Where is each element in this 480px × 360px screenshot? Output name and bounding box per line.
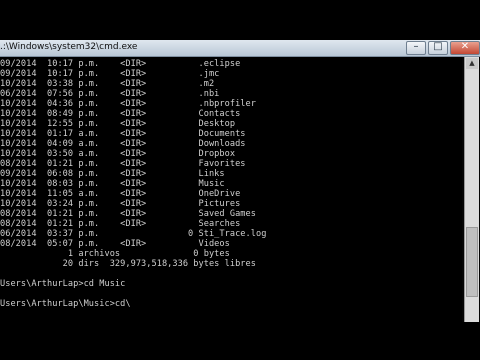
console-output[interactable]: 09/2014 10:17 p.m. <DIR> .eclipse 09/201… (0, 57, 462, 322)
console-line: Users\ArthurLap>cd Music (0, 279, 126, 289)
maximize-button[interactable]: □ (428, 41, 448, 55)
console-line: 10/2014 12:55 p.m. <DIR> Desktop (0, 119, 236, 129)
window-title: .:\Windows\system32\cmd.exe (0, 42, 138, 52)
console-line: 08/2014 01:21 p.m. <DIR> Searches (0, 219, 241, 229)
console-line: 10/2014 03:24 p.m. <DIR> Pictures (0, 199, 241, 209)
console-line: 10/2014 03:38 p.m. <DIR> .m2 (0, 79, 215, 89)
scroll-up-icon[interactable]: ▲ (466, 58, 478, 69)
console-line: 10/2014 04:09 a.m. <DIR> Downloads (0, 139, 246, 149)
console-line: 08/2014 05:07 p.m. <DIR> Videos (0, 239, 230, 249)
console-line: 09/2014 10:17 p.m. <DIR> .jmc (0, 69, 220, 79)
cmd-window: .:\Windows\system32\cmd.exe – □ ✕ 09/201… (0, 40, 480, 322)
console-line: 10/2014 08:49 p.m. <DIR> Contacts (0, 109, 241, 119)
console-line: 10/2014 04:36 p.m. <DIR> .nbprofiler (0, 99, 256, 109)
console-line: 10/2014 11:05 a.m. <DIR> OneDrive (0, 189, 241, 199)
maximize-icon: □ (433, 41, 443, 52)
letterbox-bottom (0, 322, 480, 360)
console-line: 10/2014 03:50 a.m. <DIR> Dropbox (0, 149, 236, 159)
scroll-thumb[interactable] (466, 227, 478, 297)
letterbox-top (0, 0, 480, 40)
console-line: 1 archivos 0 bytes (0, 249, 230, 259)
console-line: 09/2014 06:08 p.m. <DIR> Links (0, 169, 225, 179)
console-line: Users\ArthurLap\Music>cd\ (0, 299, 131, 309)
close-icon: ✕ (460, 41, 470, 52)
console-line: 08/2014 01:21 p.m. <DIR> Favorites (0, 159, 246, 169)
vertical-scrollbar[interactable]: ▲ (464, 57, 479, 322)
console-line: 06/2014 07:56 p.m. <DIR> .nbi (0, 89, 220, 99)
console-line: 08/2014 01:21 p.m. <DIR> Saved Games (0, 209, 256, 219)
title-bar[interactable]: .:\Windows\system32\cmd.exe – □ ✕ (0, 40, 480, 57)
console-line: 20 dirs 329,973,518,336 bytes libres (0, 259, 256, 269)
console-line: 09/2014 10:17 p.m. <DIR> .eclipse (0, 59, 241, 69)
console-line: 10/2014 08:03 p.m. <DIR> Music (0, 179, 225, 189)
console-line: 10/2014 01:17 a.m. <DIR> Documents (0, 129, 246, 139)
console-line: 06/2014 03:37 p.m. 0 Sti_Trace.log (0, 229, 267, 239)
close-button[interactable]: ✕ (450, 41, 480, 55)
minimize-button[interactable]: – (406, 41, 426, 55)
minimize-icon: – (413, 41, 419, 52)
